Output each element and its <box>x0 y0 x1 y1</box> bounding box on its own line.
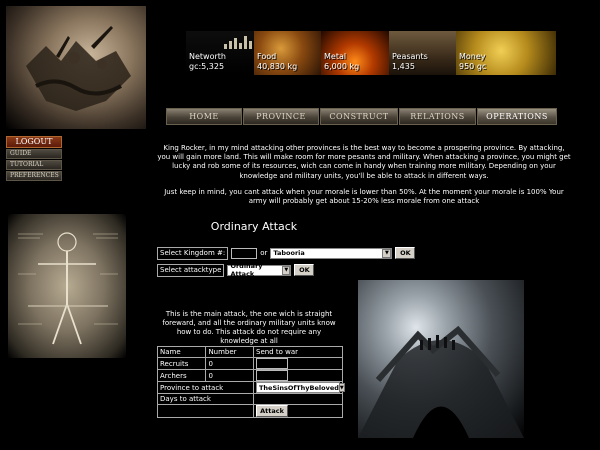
networth-bar <box>234 38 237 49</box>
networth-value: gc:5,325 <box>189 62 225 71</box>
attacktype-ok-button[interactable]: OK <box>294 264 315 276</box>
metal-label: Metal <box>324 52 347 61</box>
peasants-panel: Peasants 1,435 <box>389 31 456 75</box>
attack-button[interactable]: Attack <box>256 405 288 417</box>
table-row: Province to attack TheSinsOfThyBeloved ▼ <box>157 381 345 394</box>
networth-label: Networth <box>189 52 226 61</box>
nav-relations-button[interactable]: RELATIONS <box>399 108 476 125</box>
bridge-battle-artwork <box>358 280 524 438</box>
kingdom-ok-button[interactable]: OK <box>395 247 416 259</box>
bridge-scene-image <box>358 325 524 438</box>
intro-paragraph-2: Just keep in mind, you cant attack when … <box>164 187 564 206</box>
chevron-down-icon: ▼ <box>338 383 345 392</box>
networth-bar <box>229 41 232 49</box>
peasants-label: Peasants <box>392 52 428 61</box>
guide-link[interactable]: GUIDE <box>6 149 62 159</box>
days-label: Days to attack <box>157 393 254 405</box>
kingdom-select[interactable]: Tabooria ▼ <box>270 247 393 259</box>
table-row: Archers 0 <box>156 369 343 382</box>
preferences-link[interactable]: PREFERENCES <box>6 171 62 181</box>
battle-scene-image <box>26 26 131 111</box>
anatomy-sketch-image <box>8 214 126 358</box>
chevron-down-icon: ▼ <box>382 248 392 258</box>
kingdom-select-value: Tabooria <box>273 249 305 257</box>
unit-number: 0 <box>205 357 254 370</box>
networth-bar-graph <box>224 35 254 49</box>
money-value: 950 gc <box>459 62 487 71</box>
attacktype-select-value: Ordinary Attack <box>230 262 263 278</box>
attack-button-cell: Attack <box>253 404 343 418</box>
main-nav: HOME PROVINCE CONSTRUCT RELATIONS OPERAT… <box>166 108 558 125</box>
attack-table: Name Number Send to war Recruits 0 Arche… <box>156 346 345 418</box>
nav-province-button[interactable]: PROVINCE <box>243 108 319 125</box>
kingdom-number-input[interactable] <box>231 247 258 259</box>
networth-bar <box>244 36 247 49</box>
intro-paragraph-1: King Rocker, in my mind attacking other … <box>157 144 571 180</box>
table-row: Recruits 0 <box>156 357 343 370</box>
archers-send-input[interactable] <box>256 370 288 381</box>
province-label: Province to attack <box>157 381 254 394</box>
side-menu: LOGOUT GUIDE TUTORIAL PREFERENCES <box>6 136 62 181</box>
resource-bar: Networth gc:5,325 Food 40,830 kg Metal 6… <box>186 31 556 75</box>
tutorial-link[interactable]: TUTORIAL <box>6 160 62 170</box>
header-send-to-war: Send to war <box>253 346 343 358</box>
networth-bar <box>249 41 252 49</box>
province-select-value: TheSinsOfThyBeloved <box>259 383 339 392</box>
select-kingdom-row: Select Kingdom #: or Tabooria ▼ OK <box>157 246 416 260</box>
days-cell <box>253 393 343 405</box>
intro-text: King Rocker, in my mind attacking other … <box>157 144 571 206</box>
peasants-value: 1,435 <box>392 62 415 71</box>
food-label: Food <box>257 52 277 61</box>
empty-cell <box>157 404 254 418</box>
nav-construct-button[interactable]: CONSTRUCT <box>320 108 398 125</box>
send-cell <box>253 369 343 382</box>
table-row: Days to attack <box>157 393 343 405</box>
select-kingdom-label: Select Kingdom #: <box>157 246 229 260</box>
nav-operations-button[interactable]: OPERATIONS <box>477 108 557 125</box>
table-header-row: Name Number Send to war <box>156 346 343 358</box>
battle-artwork <box>6 6 146 129</box>
attacktype-select[interactable]: Ordinary Attack ▼ <box>227 262 292 278</box>
select-attacktype-label: Select attacktype <box>157 263 225 277</box>
send-cell <box>253 357 343 370</box>
money-label: Money <box>459 52 486 61</box>
header-name: Name <box>156 346 207 358</box>
province-cell: TheSinsOfThyBeloved ▼ <box>253 381 345 394</box>
networth-panel: Networth gc:5,325 <box>186 31 254 75</box>
table-row: Attack <box>157 404 343 418</box>
money-panel: Money 950 gc <box>456 31 556 75</box>
metal-value: 6,000 kg <box>324 62 360 71</box>
networth-bar <box>224 44 227 49</box>
attack-description: This is the main attack, the one wich is… <box>162 310 336 345</box>
food-panel: Food 40,830 kg <box>254 31 321 75</box>
metal-panel: Metal 6,000 kg <box>321 31 389 75</box>
province-select[interactable]: TheSinsOfThyBeloved ▼ <box>256 382 345 393</box>
networth-bar <box>239 43 242 49</box>
header-number: Number <box>205 346 254 358</box>
unit-name: Archers <box>156 369 207 382</box>
unit-number: 0 <box>205 369 254 382</box>
unit-name: Recruits <box>156 357 207 370</box>
logout-button[interactable]: LOGOUT <box>6 136 62 148</box>
select-attacktype-row: Select attacktype Ordinary Attack ▼ OK <box>157 262 315 278</box>
chevron-down-icon: ▼ <box>282 265 291 275</box>
food-value: 40,830 kg <box>257 62 298 71</box>
recruits-send-input[interactable] <box>256 358 288 369</box>
nav-home-button[interactable]: HOME <box>166 108 242 125</box>
attack-heading: Ordinary Attack <box>210 220 298 233</box>
or-label: or <box>260 249 268 257</box>
